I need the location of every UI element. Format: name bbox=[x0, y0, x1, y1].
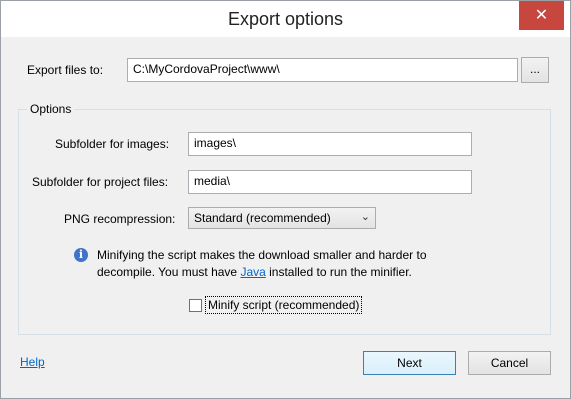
next-button[interactable]: Next bbox=[363, 351, 456, 375]
browse-button[interactable]: ... bbox=[521, 57, 549, 83]
minify-checkbox[interactable] bbox=[189, 299, 202, 312]
chevron-down-icon: ⌄ bbox=[360, 211, 370, 223]
title-bar: Export options ✕ bbox=[1, 1, 570, 37]
png-recompression-select[interactable]: Standard (recommended) ⌄ bbox=[188, 207, 376, 229]
minify-info-line2: decompile. You must have Java installed … bbox=[97, 264, 427, 281]
java-link[interactable]: Java bbox=[240, 265, 265, 279]
info-icon: i bbox=[74, 248, 88, 262]
minify-checkbox-label[interactable]: Minify script (recommended) bbox=[204, 296, 363, 314]
options-group-title: Options bbox=[27, 102, 75, 116]
close-button[interactable]: ✕ bbox=[519, 1, 564, 30]
images-subfolder-input[interactable]: images\ bbox=[188, 132, 472, 156]
dialog-body: Export files to: C:\MyCordovaProject\www… bbox=[9, 38, 562, 390]
minify-info-line1: Minifying the script makes the download … bbox=[97, 248, 427, 262]
project-subfolder-label: Subfolder for project files: bbox=[32, 175, 169, 189]
help-link[interactable]: Help bbox=[20, 355, 45, 369]
dialog-title: Export options bbox=[227, 9, 344, 29]
export-options-dialog: Export options ✕ Export files to: C:\MyC… bbox=[0, 0, 571, 399]
png-recompression-label: PNG recompression: bbox=[64, 212, 176, 226]
export-path-input[interactable]: C:\MyCordovaProject\www\ bbox=[127, 58, 518, 82]
minify-info-line2-start: decompile. You must have bbox=[97, 265, 241, 279]
export-files-label: Export files to: bbox=[27, 63, 104, 77]
cancel-button[interactable]: Cancel bbox=[468, 351, 551, 375]
images-subfolder-label: Subfolder for images: bbox=[55, 137, 170, 151]
minify-info-text: Minifying the script makes the download … bbox=[97, 247, 427, 281]
close-icon: ✕ bbox=[534, 7, 549, 24]
project-subfolder-input[interactable]: media\ bbox=[188, 170, 472, 194]
png-recompression-value: Standard (recommended) bbox=[194, 211, 331, 225]
minify-info-line2-end: installed to run the minifier. bbox=[265, 265, 412, 279]
